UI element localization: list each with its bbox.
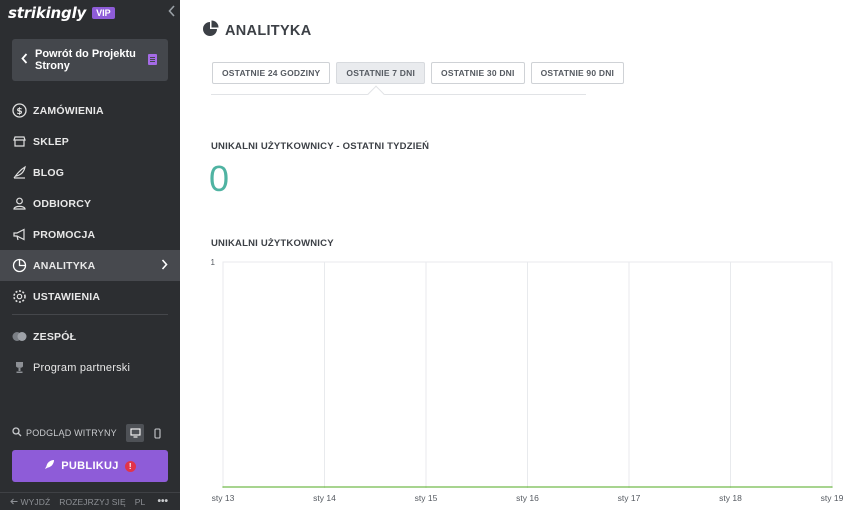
tab-last-24-hours[interactable]: OSTATNIE 24 GODZINY: [212, 62, 331, 84]
megaphone-icon: [12, 227, 27, 242]
gear-icon: [12, 289, 27, 304]
data-point: [729, 486, 732, 488]
tab-last-7-days[interactable]: OSTATNIE 7 DNI: [336, 62, 426, 84]
sidebar-item-label: SKLEP: [33, 135, 70, 148]
data-point: [323, 486, 326, 488]
brand[interactable]: strikingly VIP: [8, 4, 115, 22]
chevron-left-icon: [21, 53, 28, 67]
sidebar-divider: [12, 314, 168, 315]
rocket-icon: [44, 457, 55, 475]
publish-button[interactable]: PUBLIKUJ !: [12, 450, 168, 482]
svg-text:$: $: [16, 107, 22, 117]
quill-icon: [12, 165, 27, 180]
sidebar-item-label: ZAMÓWIENIA: [33, 104, 104, 117]
sidebar-item-blog[interactable]: BLOG: [0, 157, 180, 188]
sidebar-item-label: PROMOCJA: [33, 228, 96, 241]
x-tick-label: sty 14: [313, 493, 336, 503]
data-point: [628, 486, 630, 488]
tab-last-30-days[interactable]: OSTATNIE 30 DNI: [431, 62, 525, 84]
chart-title: UNIKALNI UŻYTKOWNICY: [211, 238, 334, 249]
sidebar-item-promotion[interactable]: PROMOCJA: [0, 219, 180, 250]
sidebar-item-label: ODBIORCY: [33, 197, 92, 210]
x-tick-label: sty 13: [212, 493, 235, 503]
sidebar-item-audience[interactable]: ODBIORCY: [0, 188, 180, 219]
store-icon: [12, 134, 27, 149]
document-icon: [148, 54, 157, 65]
sidebar-item-label: Program partnerski: [33, 361, 131, 374]
data-point: [222, 486, 224, 488]
alert-icon: !: [124, 460, 136, 472]
x-tick-label: sty 16: [516, 493, 539, 503]
exit-label: WYJDŹ: [20, 496, 51, 507]
x-tick-label: sty 17: [618, 493, 641, 503]
chevron-right-icon: [161, 258, 168, 273]
arrow-left-icon: [10, 497, 20, 507]
x-tick-label: sty 18: [719, 493, 742, 503]
sidebar-item-store[interactable]: SKLEP: [0, 126, 180, 157]
stat-value: 0: [209, 158, 230, 199]
search-icon: [12, 424, 22, 442]
publish-label: PUBLIKUJ: [61, 460, 119, 472]
team-icon: [12, 329, 27, 344]
sidebar-nav: $ ZAMÓWIENIA SKLEP BLOG ODBIORCY PROMOCJ…: [0, 95, 180, 383]
sidebar-item-partner-program[interactable]: Program partnerski: [0, 352, 180, 383]
site-preview-row: PODGLĄD WITRYNY: [12, 424, 168, 442]
data-point: [526, 486, 529, 488]
x-tick-label: sty 19: [821, 493, 844, 503]
users-icon: [12, 196, 27, 211]
site-preview-label[interactable]: PODGLĄD WITRYNY: [26, 428, 117, 438]
y-tick-label: 1: [211, 258, 216, 267]
language-switch[interactable]: PL: [135, 497, 146, 507]
page-title-text: ANALITYKA: [225, 22, 312, 39]
more-options-icon[interactable]: •••: [157, 496, 168, 507]
sidebar-item-label: USTAWIENIA: [33, 290, 101, 303]
sidebar-item-analytics[interactable]: ANALITYKA: [0, 250, 180, 281]
exit-link[interactable]: WYJDŹ: [10, 497, 50, 507]
back-to-project-label: Powrót do Projektu Strony: [35, 48, 136, 72]
stat-label: UNIKALNI UŻYTKOWNICY - OSTATNI TYDZIEŃ: [211, 141, 430, 152]
sidebar-item-label: ANALITYKA: [33, 259, 96, 272]
sidebar: strikingly VIP Powrót do Projektu Strony…: [0, 0, 180, 510]
pie-chart-icon: [203, 20, 219, 41]
dollar-icon: $: [12, 103, 27, 118]
look-around-link[interactable]: ROZEJRZYJ SIĘ: [59, 497, 125, 507]
sidebar-item-label: ZESPÓŁ: [33, 330, 77, 343]
page-title: ANALITYKA: [203, 20, 311, 41]
sidebar-item-label: BLOG: [33, 166, 65, 179]
tabs-divider: [211, 94, 586, 95]
period-tabs: OSTATNIE 24 GODZINY OSTATNIE 7 DNI OSTAT…: [212, 62, 630, 84]
trophy-icon: [12, 360, 27, 375]
back-to-project-button[interactable]: Powrót do Projektu Strony: [12, 39, 168, 81]
sidebar-item-orders[interactable]: $ ZAMÓWIENIA: [0, 95, 180, 126]
brand-logo: strikingly: [8, 4, 87, 22]
main-content: ANALITYKA OSTATNIE 24 GODZINY OSTATNIE 7…: [180, 0, 865, 510]
tab-last-90-days[interactable]: OSTATNIE 90 DNI: [530, 62, 625, 84]
desktop-preview-icon[interactable]: [126, 424, 144, 442]
sidebar-item-settings[interactable]: USTAWIENIA: [0, 281, 180, 312]
active-tab-caret: [367, 85, 385, 103]
pie-chart-icon: [12, 258, 27, 273]
sidebar-footer: WYJDŹ ROZEJRZYJ SIĘ PL •••: [0, 492, 180, 510]
x-tick-label: sty 15: [415, 493, 438, 503]
unique-users-chart: 1 sty 13 sty 14 sty 15 sty 16 sty 17 sty 18 sty…: [211, 258, 844, 503]
mobile-preview-icon[interactable]: [148, 424, 166, 442]
sidebar-item-team[interactable]: ZESPÓŁ: [0, 321, 180, 352]
vip-badge: VIP: [92, 7, 115, 19]
collapse-sidebar-icon[interactable]: [168, 5, 176, 20]
data-point: [425, 486, 427, 488]
data-point: [831, 486, 833, 488]
